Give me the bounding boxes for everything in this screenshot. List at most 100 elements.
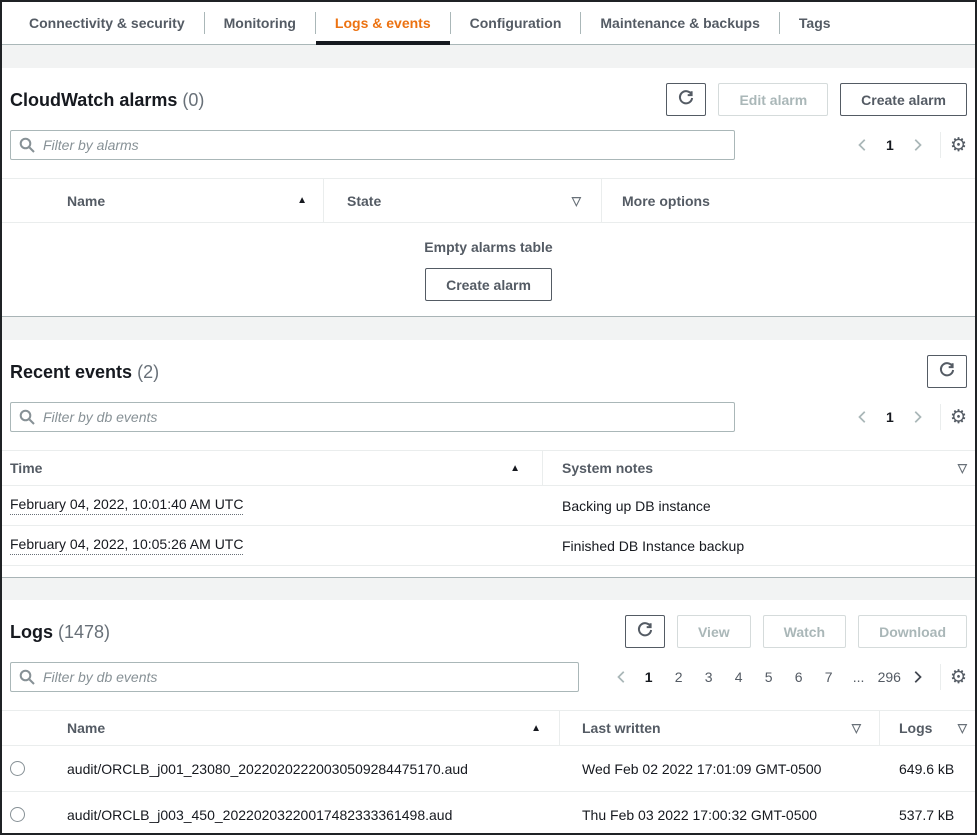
event-time-cell: February 04, 2022, 10:05:26 AM UTC — [2, 536, 543, 555]
logs-section-title: Logs (1478) — [10, 615, 110, 643]
row-radio-button[interactable] — [10, 807, 25, 822]
next-page-icon[interactable] — [905, 405, 929, 429]
row-radio-button[interactable] — [10, 761, 25, 776]
column-header-state[interactable]: State ▽ — [324, 179, 602, 222]
sortable-icon: ▽ — [572, 194, 581, 208]
column-header-name[interactable]: Name ▲ — [2, 179, 324, 222]
settings-gear-icon[interactable]: ⚙ — [950, 408, 967, 427]
previous-page-icon[interactable] — [851, 133, 875, 157]
page-number-button[interactable]: 3 — [698, 665, 720, 689]
edit-alarm-button[interactable]: Edit alarm — [718, 83, 828, 116]
events-table: Time ▲ System notes ▽ February 04, 2022,… — [2, 450, 975, 566]
search-icon — [19, 137, 35, 156]
tab-logs-events[interactable]: Logs & events — [316, 2, 450, 44]
rds-detail-page: Connectivity & security Monitoring Logs … — [0, 0, 977, 835]
column-header-name[interactable]: Name ▲ — [42, 711, 560, 745]
log-name-cell: audit/ORCLB_j001_23080_20220202220030509… — [42, 761, 560, 777]
alarms-count: (0) — [182, 90, 204, 110]
column-header-system-notes[interactable]: System notes ▽ — [543, 451, 975, 485]
page-number-button[interactable]: 5 — [758, 665, 780, 689]
events-filter-input[interactable] — [10, 402, 735, 432]
log-select-cell — [2, 807, 42, 822]
next-page-icon[interactable] — [905, 665, 929, 689]
page-number-button[interactable]: 7 — [818, 665, 840, 689]
page-number-button[interactable]: 1 — [879, 133, 901, 157]
log-row: audit/ORCLB_j001_23080_20220202220030509… — [2, 746, 975, 792]
log-size-cell: 537.7 kB — [880, 807, 975, 823]
events-title-text: Recent events — [10, 362, 132, 382]
tab-monitoring[interactable]: Monitoring — [205, 2, 315, 44]
search-icon — [19, 409, 35, 428]
next-page-icon[interactable] — [905, 133, 929, 157]
alarms-filter-input[interactable] — [10, 130, 735, 160]
event-row: February 04, 2022, 10:05:26 AM UTC Finis… — [2, 526, 975, 566]
alarms-refresh-button[interactable] — [666, 83, 706, 116]
log-last-written-cell: Wed Feb 02 2022 17:01:09 GMT-0500 — [560, 761, 880, 777]
events-filter — [10, 402, 735, 432]
tab-bar: Connectivity & security Monitoring Logs … — [2, 2, 975, 45]
cloudwatch-alarms-section: CloudWatch alarms (0) Edit alarm Create … — [2, 68, 975, 317]
event-row: February 04, 2022, 10:01:40 AM UTC Backi… — [2, 486, 975, 526]
refresh-icon — [939, 362, 955, 381]
event-time-value[interactable]: February 04, 2022, 10:01:40 AM UTC — [10, 496, 243, 515]
events-count: (2) — [137, 362, 159, 382]
tab-maintenance-backups[interactable]: Maintenance & backups — [581, 2, 779, 44]
alarms-pagination: 1 ⚙ — [851, 132, 967, 158]
settings-gear-icon[interactable]: ⚙ — [950, 136, 967, 155]
watch-log-button[interactable]: Watch — [763, 615, 846, 648]
view-log-button[interactable]: View — [677, 615, 751, 648]
sortable-icon: ▽ — [958, 461, 967, 475]
page-number-button[interactable]: 1 — [638, 665, 660, 689]
tab-connectivity-security[interactable]: Connectivity & security — [10, 2, 204, 44]
sort-ascending-icon: ▲ — [510, 463, 520, 474]
tab-configuration[interactable]: Configuration — [451, 2, 581, 44]
events-refresh-button[interactable] — [927, 355, 967, 388]
page-number-button[interactable]: 1 — [879, 405, 901, 429]
page-number-button[interactable]: 6 — [788, 665, 810, 689]
empty-state-title: Empty alarms table — [2, 239, 975, 255]
alarms-filter — [10, 130, 735, 160]
create-alarm-button[interactable]: Create alarm — [840, 83, 967, 116]
recent-events-section: Recent events (2) — [2, 340, 975, 578]
logs-count: (1478) — [58, 622, 110, 642]
page-number-button[interactable]: 2 — [668, 665, 690, 689]
event-time-value[interactable]: February 04, 2022, 10:05:26 AM UTC — [10, 536, 243, 555]
logs-filter-input[interactable] — [10, 662, 579, 692]
sortable-icon: ▽ — [958, 721, 967, 735]
download-log-button[interactable]: Download — [858, 615, 967, 648]
previous-page-icon[interactable] — [851, 405, 875, 429]
log-row: audit/ORCLB_j003_450_2022020322001748233… — [2, 792, 975, 834]
log-size-cell: 649.6 kB — [880, 761, 975, 777]
tab-tags[interactable]: Tags — [780, 2, 850, 44]
events-section-title: Recent events (2) — [10, 355, 159, 383]
pager-divider — [940, 664, 941, 690]
sort-ascending-icon: ▲ — [297, 195, 307, 206]
alarms-title-text: CloudWatch alarms — [10, 90, 177, 110]
logs-filter — [10, 662, 579, 692]
search-icon — [19, 669, 35, 688]
event-note-cell: Backing up DB instance — [543, 498, 975, 514]
alarms-empty-state: Empty alarms table Create alarm — [2, 223, 975, 301]
page-number-button[interactable]: 4 — [728, 665, 750, 689]
empty-create-alarm-button[interactable]: Create alarm — [425, 268, 552, 301]
selection-column-header — [2, 711, 42, 745]
column-header-time[interactable]: Time ▲ — [2, 451, 543, 485]
page-ellipsis: ... — [848, 665, 870, 689]
alarms-section-title: CloudWatch alarms (0) — [10, 83, 204, 111]
logs-pagination: 1 2 3 4 5 6 7 ... 296 ⚙ — [610, 664, 967, 690]
column-header-logs[interactable]: Logs ▽ — [880, 711, 975, 745]
previous-page-icon[interactable] — [610, 665, 634, 689]
log-name-cell: audit/ORCLB_j003_450_2022020322001748233… — [42, 807, 560, 823]
event-time-cell: February 04, 2022, 10:01:40 AM UTC — [2, 496, 543, 515]
column-header-last-written[interactable]: Last written ▽ — [560, 711, 880, 745]
pager-divider — [940, 132, 941, 158]
alarms-table: Name ▲ State ▽ More options Empty alarms… — [2, 178, 975, 301]
refresh-icon — [678, 90, 694, 109]
settings-gear-icon[interactable]: ⚙ — [950, 668, 967, 687]
sort-ascending-icon: ▲ — [531, 723, 541, 734]
event-note-cell: Finished DB Instance backup — [543, 538, 975, 554]
refresh-icon — [637, 622, 653, 641]
logs-title-text: Logs — [10, 622, 53, 642]
page-number-button[interactable]: 296 — [878, 665, 901, 689]
logs-refresh-button[interactable] — [625, 615, 665, 648]
